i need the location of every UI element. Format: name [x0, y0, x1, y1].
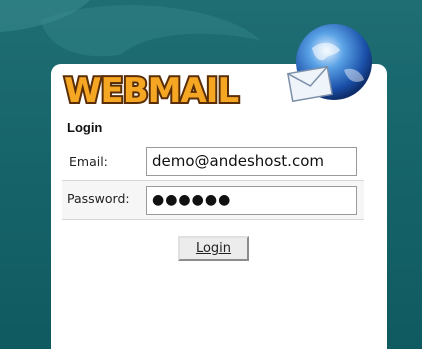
login-card: WEBMAIL Login Email: demo@andeshost.com …	[51, 24, 387, 349]
svg-text:WEBMAIL: WEBMAIL	[64, 71, 238, 111]
email-label: Email:	[69, 154, 108, 169]
password-row: Password: ●●●●●●	[62, 180, 364, 220]
login-button-label: Login	[195, 241, 232, 256]
login-button[interactable]: Login	[178, 236, 249, 261]
email-field[interactable]: demo@andeshost.com	[146, 147, 357, 176]
globe-icon	[287, 24, 372, 103]
password-field[interactable]: ●●●●●●	[146, 186, 357, 215]
password-label: Password:	[67, 191, 130, 206]
right-panel-background	[387, 64, 422, 349]
envelope-icon	[287, 65, 333, 103]
email-row: Email: demo@andeshost.com	[62, 143, 364, 181]
webmail-logo: WEBMAIL	[62, 70, 241, 113]
login-heading: Login	[67, 120, 103, 135]
